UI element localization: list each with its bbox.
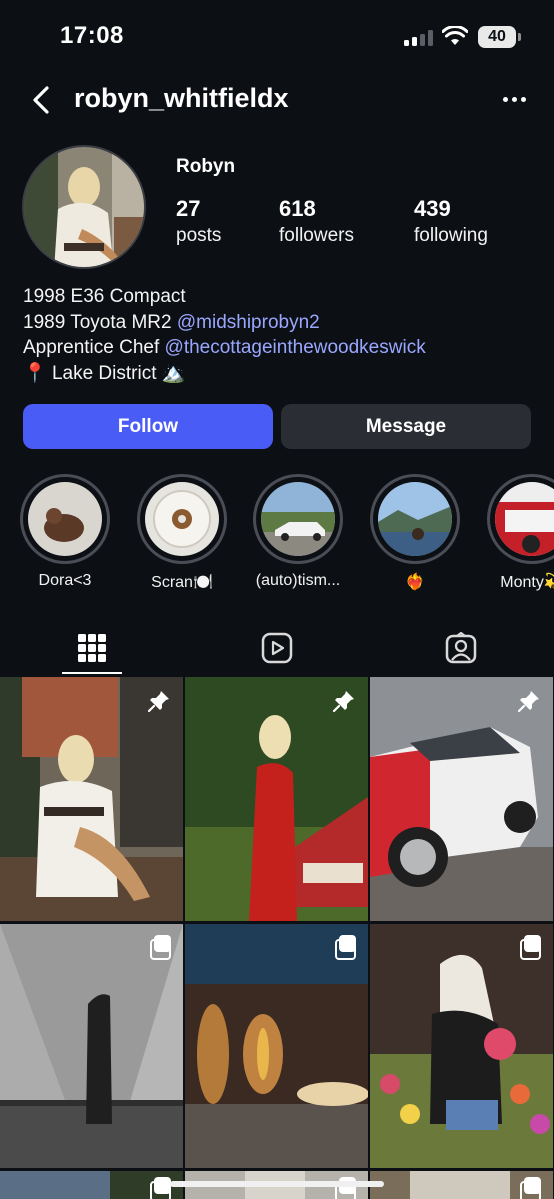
posts-count: 27 posts <box>176 196 221 247</box>
post-thumbnail[interactable] <box>0 677 183 921</box>
followers-count[interactable]: 618 followers <box>279 196 354 247</box>
status-time: 17:08 <box>60 22 124 49</box>
highlight-label: ❤️‍🔥 <box>405 574 425 591</box>
post-image <box>0 924 183 1168</box>
followers-count-label: followers <box>279 225 354 246</box>
message-button[interactable]: Message <box>281 404 531 449</box>
tagged-person-icon <box>445 632 477 664</box>
highlight-label: (auto)tism... <box>255 572 341 589</box>
home-indicator[interactable] <box>170 1181 384 1187</box>
highlight-item[interactable]: (auto)tism... <box>252 474 344 590</box>
bio-mention-link[interactable]: @thecottageinthewoodkeswick <box>165 337 426 358</box>
highlight-cover <box>378 482 452 556</box>
highlight-cover <box>495 482 554 556</box>
bio-line: 1998 E36 Compact <box>23 286 186 307</box>
tab-posts-grid[interactable] <box>0 620 184 676</box>
highlight-item[interactable]: ❤️‍🔥 <box>369 474 461 592</box>
pin-icon: 📍 <box>23 362 47 384</box>
post-thumbnail[interactable] <box>0 1171 183 1199</box>
back-button[interactable] <box>26 84 56 116</box>
profile-header: robyn_whitfieldx <box>0 72 554 128</box>
post-thumbnail[interactable] <box>185 924 368 1168</box>
following-count-label: following <box>414 225 488 246</box>
cellular-signal-icon <box>404 30 434 46</box>
post-image <box>370 924 553 1168</box>
carousel-icon <box>520 935 542 960</box>
highlight-cover <box>28 482 102 556</box>
pinned-icon <box>517 691 539 713</box>
display-name: Robyn <box>176 156 236 177</box>
active-tab-indicator <box>62 672 122 674</box>
profile-bio: 1998 E36 Compact 1989 Toyota MR2 @midshi… <box>23 284 426 386</box>
post-image <box>0 677 183 921</box>
bio-line: Apprentice Chef @thecottageinthewoodkesw… <box>23 337 426 358</box>
post-thumbnail[interactable] <box>185 677 368 921</box>
profile-avatar[interactable] <box>22 145 146 269</box>
status-bar: 17:08 40 <box>0 0 554 72</box>
highlight-cover <box>261 482 335 556</box>
following-count-value: 439 <box>414 196 451 221</box>
bio-mention-link[interactable]: @midshiprobyn2 <box>177 312 320 333</box>
reels-icon <box>261 632 293 664</box>
avatar-photo <box>24 147 144 267</box>
followers-count-value: 618 <box>279 196 316 221</box>
post-thumbnail[interactable] <box>370 924 553 1168</box>
post-thumbnail[interactable] <box>370 1171 553 1199</box>
post-image <box>185 924 368 1168</box>
post-image <box>185 677 368 921</box>
profile-tabs <box>0 620 554 676</box>
following-count[interactable]: 439 following <box>414 196 488 247</box>
highlight-cover <box>145 482 219 556</box>
battery-level: 40 <box>488 28 506 45</box>
battery-indicator: 40 <box>478 26 521 48</box>
carousel-icon <box>520 1177 542 1199</box>
carousel-icon <box>150 935 172 960</box>
highlight-item[interactable]: Monty💫 <box>486 474 554 592</box>
highlight-label: Dora<3 <box>38 572 92 589</box>
posts-count-label: posts <box>176 225 222 246</box>
post-thumbnail[interactable] <box>0 924 183 1168</box>
bio-location: 📍 Lake District 🏔️ <box>23 362 186 384</box>
bio-line: 1989 Toyota MR2 @midshiprobyn2 <box>23 311 320 333</box>
highlight-item[interactable]: Dora<3 <box>19 474 111 590</box>
post-image <box>370 677 553 921</box>
carousel-icon <box>335 935 357 960</box>
tab-reels[interactable] <box>185 620 369 676</box>
grid-icon <box>78 634 106 662</box>
chevron-left-icon <box>33 86 49 114</box>
highlight-label: Scran🍽️ <box>151 574 213 591</box>
mountain-icon: 🏔️ <box>161 362 186 384</box>
tab-tagged[interactable] <box>369 620 553 676</box>
more-options-button[interactable] <box>498 86 530 112</box>
highlight-label: Monty💫 <box>500 574 554 591</box>
follow-button[interactable]: Follow <box>23 404 273 449</box>
pinned-icon <box>332 691 354 713</box>
post-thumbnail[interactable] <box>370 677 553 921</box>
highlight-item[interactable]: Scran🍽️ <box>136 474 228 592</box>
carousel-icon <box>150 1177 172 1199</box>
wifi-icon <box>442 26 468 45</box>
pinned-icon <box>147 691 169 713</box>
profile-username: robyn_whitfieldx <box>74 83 289 113</box>
more-dots-icon <box>502 96 508 102</box>
posts-count-value: 27 <box>176 196 201 221</box>
